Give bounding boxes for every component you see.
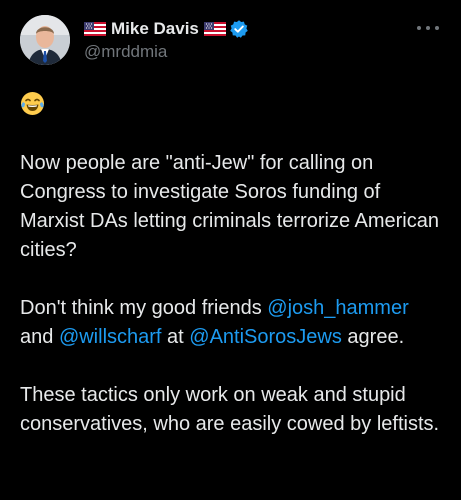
tweet: Mike Davis @mrddmia Now people are "anti… (0, 0, 461, 500)
text-segment: agree. (341, 326, 405, 348)
verified-badge-icon[interactable] (229, 19, 249, 39)
more-dot (435, 26, 439, 30)
user-handle[interactable]: @mrddmia (84, 42, 441, 62)
name-row: Mike Davis (84, 17, 441, 41)
tweet-paragraph-2: Don't think my good friends @josh_hammer… (20, 294, 445, 352)
mention-link-josh-hammer[interactable]: @josh_hammer (267, 297, 408, 319)
tweet-header: Mike Davis @mrddmia (84, 17, 441, 62)
tweet-text: Now people are "anti-Jew" for calling on… (20, 149, 445, 468)
us-flag-icon (203, 22, 226, 36)
us-flag-icon (84, 22, 106, 36)
text-segment: and (20, 326, 59, 348)
mention-link-willscharf[interactable]: @willscharf (59, 326, 162, 348)
more-dot (426, 26, 430, 30)
display-name[interactable]: Mike Davis (111, 19, 199, 39)
tweet-paragraph-1: Now people are "anti-Jew" for calling on… (20, 152, 439, 261)
text-segment: Don't think my good friends (20, 297, 268, 319)
avatar[interactable] (20, 15, 70, 65)
more-options-icon[interactable] (417, 22, 439, 34)
text-segment: at (161, 326, 190, 348)
mention-link-antisorosjews[interactable]: @AntiSorosJews (189, 326, 342, 348)
more-dot (417, 26, 421, 30)
tweet-paragraph-3: These tactics only work on weak and stup… (20, 384, 440, 435)
face-with-tears-of-joy-icon (20, 91, 45, 116)
